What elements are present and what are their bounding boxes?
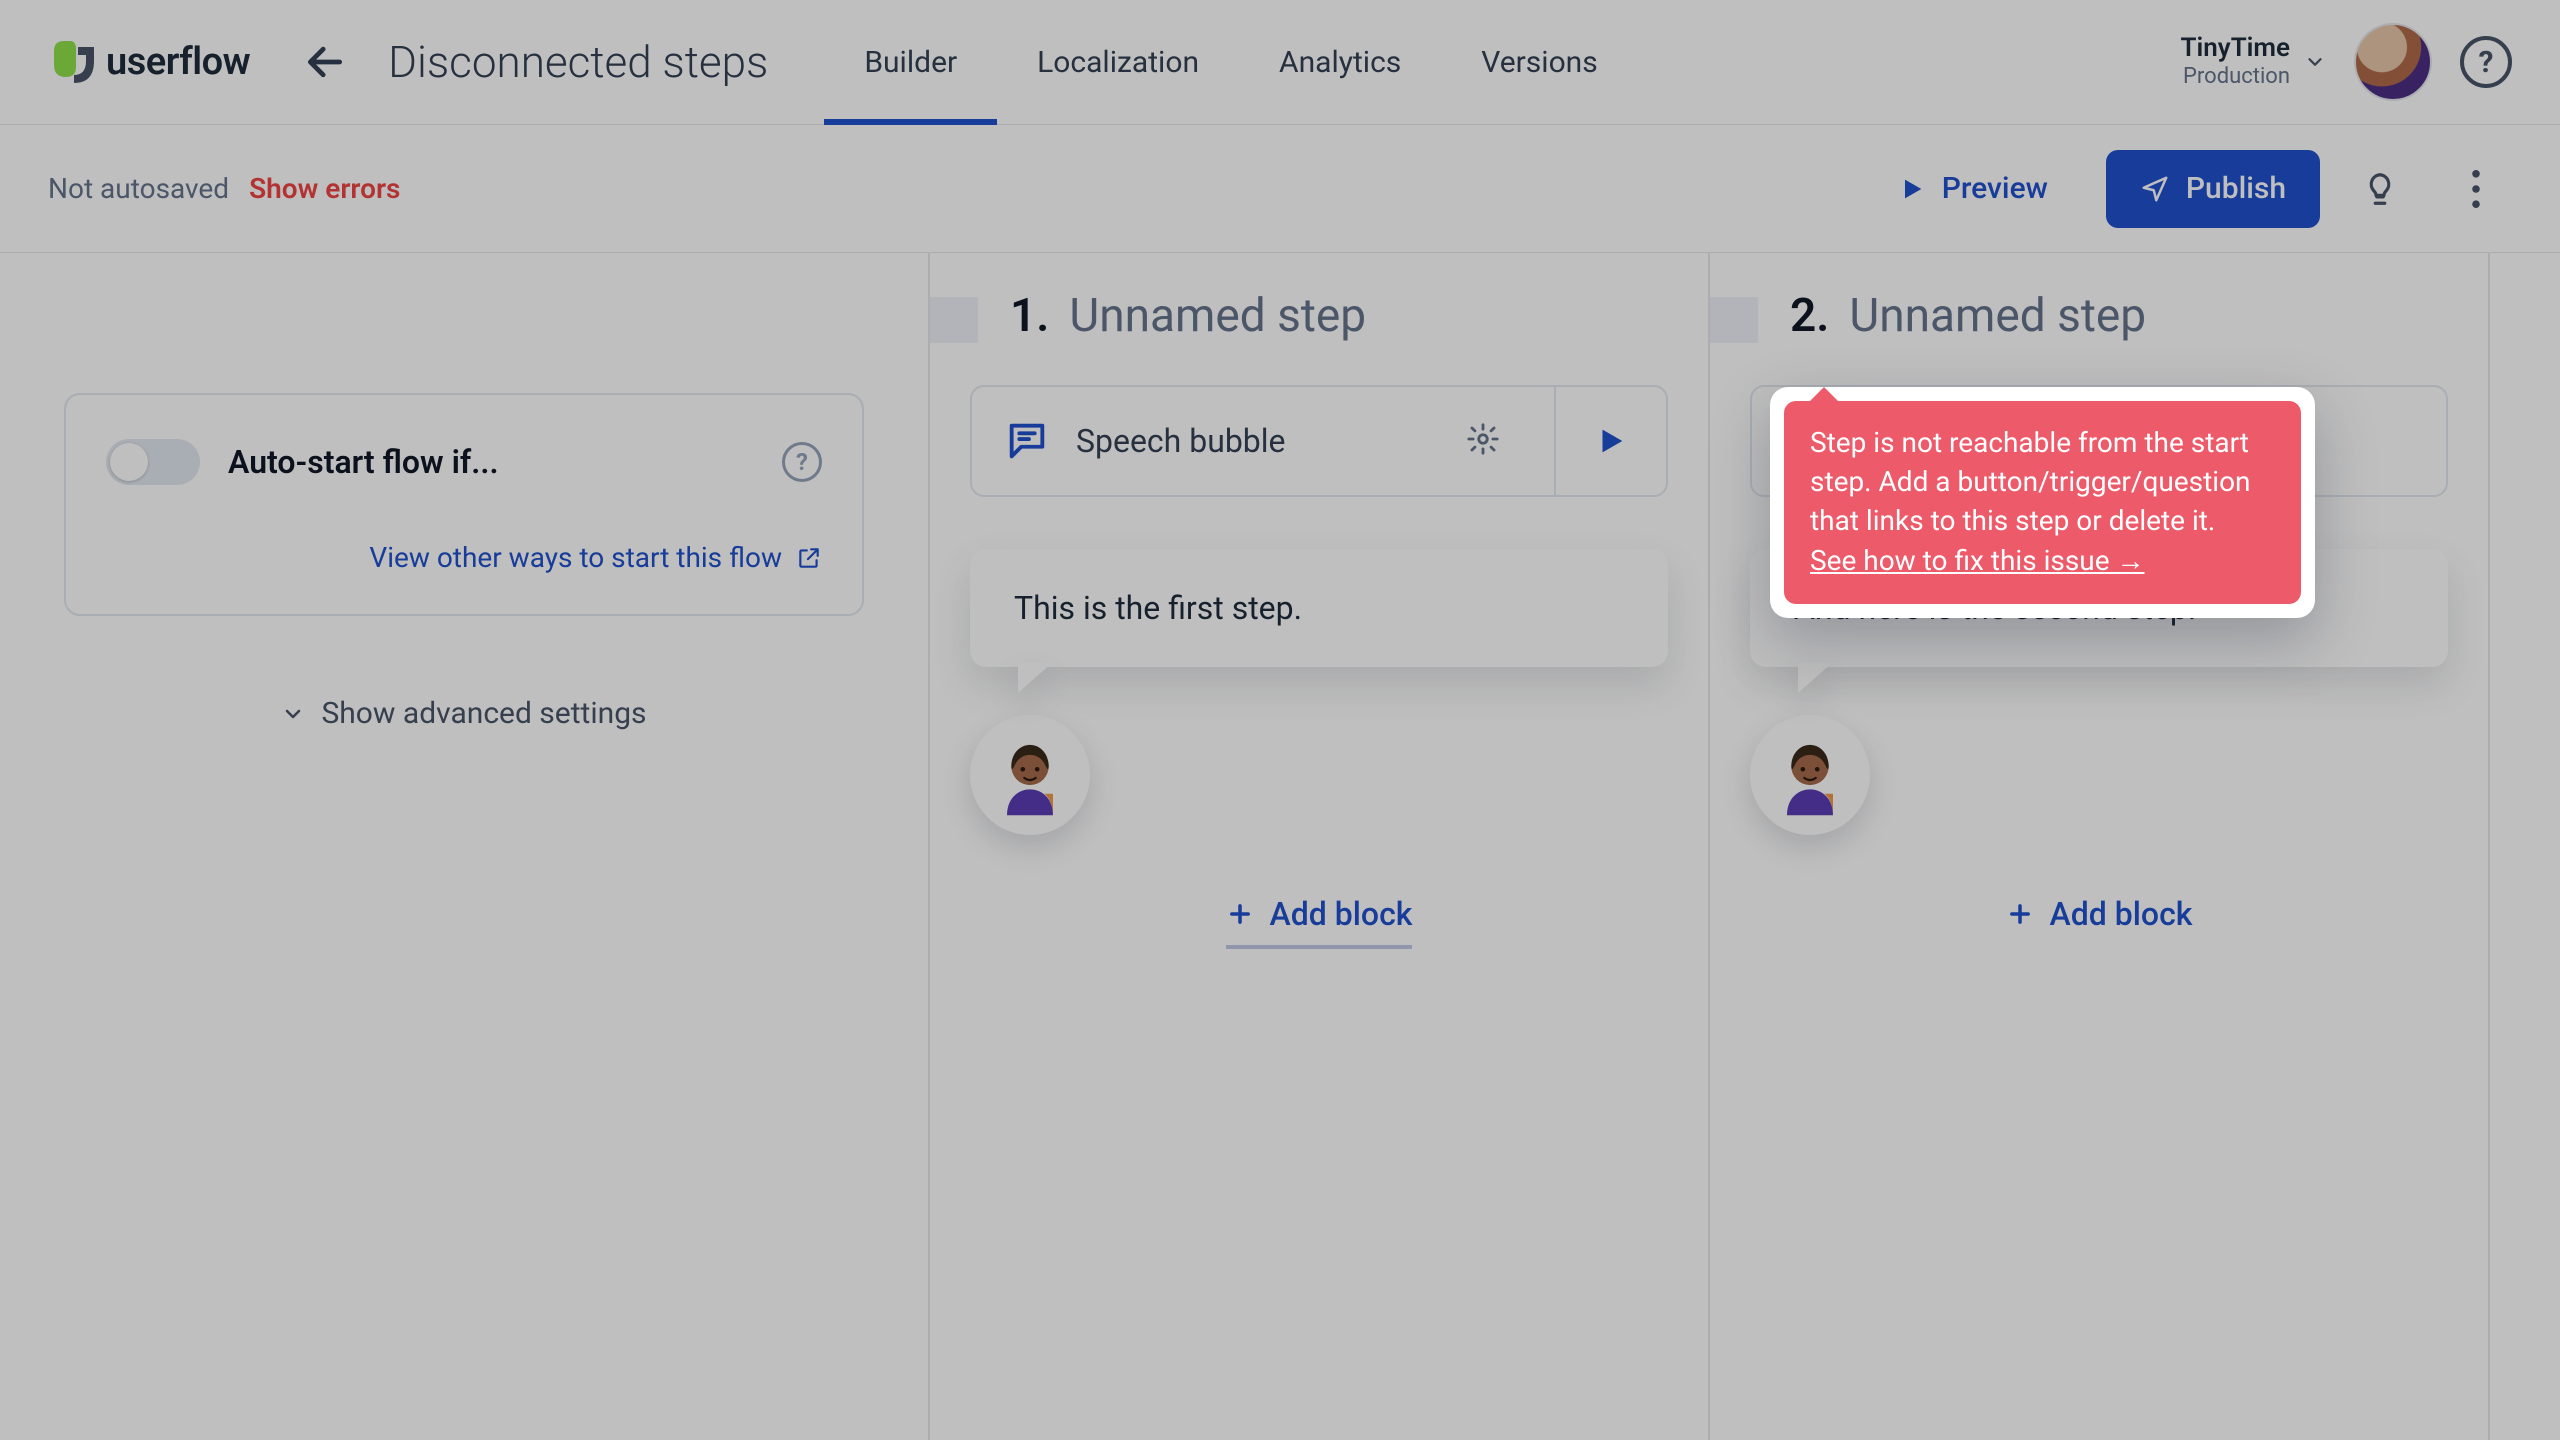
bubble-text: This is the first step.: [1014, 589, 1302, 627]
canvas: Auto-start flow if... ? View other ways …: [0, 253, 2560, 1440]
add-block-button[interactable]: Add block: [1226, 895, 1413, 949]
auto-start-label: Auto-start flow if...: [228, 443, 499, 481]
hints-button[interactable]: [2344, 153, 2416, 225]
tab-label: Builder: [864, 45, 957, 80]
more-menu-button[interactable]: [2440, 153, 2512, 225]
logo[interactable]: userflow: [48, 37, 250, 87]
top-tabs: Builder Localization Analytics Versions: [824, 0, 1637, 124]
step-name: Unnamed step: [1849, 289, 2146, 343]
step-header[interactable]: 2. Unnamed step: [1790, 289, 2448, 343]
workspace-name: TinyTime: [2181, 34, 2290, 64]
step-column-2: 2. Unnamed step Speech bubble And here i…: [1710, 253, 2490, 1440]
plus-icon: [1226, 900, 1254, 928]
speaker-avatar[interactable]: [1750, 715, 1870, 835]
person-avatar-icon: [1764, 729, 1856, 821]
tab-builder[interactable]: Builder: [824, 0, 997, 124]
publish-label: Publish: [2186, 171, 2286, 206]
bubble-tail-icon: [1018, 663, 1052, 693]
block-speech-bubble[interactable]: Speech bubble: [970, 385, 1668, 497]
kebab-icon: [2471, 170, 2481, 208]
bubble-tail-icon: [1798, 663, 1832, 693]
toggle-knob: [110, 443, 148, 481]
add-block-button[interactable]: Add block: [2006, 895, 2193, 949]
speech-bubble-preview[interactable]: This is the first step.: [970, 549, 1668, 667]
person-avatar-icon: [984, 729, 1076, 821]
workspace-env: Production: [2183, 64, 2290, 89]
block-preview-button[interactable]: [1554, 387, 1666, 495]
preview-label: Preview: [1942, 171, 2048, 206]
speaker-avatar[interactable]: [970, 715, 1090, 835]
error-fix-link[interactable]: See how to fix this issue →: [1810, 544, 2145, 577]
add-block-label: Add block: [2050, 895, 2193, 933]
tooltip-arrow-icon: [1808, 387, 1840, 403]
chevron-down-icon: [2304, 51, 2326, 73]
show-errors-link[interactable]: Show errors: [249, 172, 400, 205]
help-button[interactable]: ?: [2460, 36, 2512, 88]
lightbulb-icon: [2361, 170, 2399, 208]
page-title: Disconnected steps: [388, 36, 768, 88]
workspace-switcher[interactable]: TinyTime Production: [2181, 34, 2326, 89]
chevron-down-icon: [281, 702, 305, 726]
logo-text: userflow: [106, 40, 250, 84]
auto-start-card: Auto-start flow if... ? View other ways …: [64, 393, 864, 616]
other-ways-label: View other ways to start this flow: [369, 541, 782, 574]
tab-versions[interactable]: Versions: [1441, 0, 1637, 124]
gear-icon[interactable]: [1466, 422, 1500, 456]
step-header[interactable]: 1. Unnamed step: [1010, 289, 1668, 343]
step-column-1: 1. Unnamed step Speech bubble: [930, 253, 1710, 1440]
step-drag-handle[interactable]: [930, 297, 978, 343]
help-icon: ?: [2479, 45, 2494, 80]
step-name: Unnamed step: [1069, 289, 1366, 343]
avatar[interactable]: [2354, 23, 2432, 101]
other-ways-link[interactable]: View other ways to start this flow: [106, 541, 822, 574]
auto-start-toggle[interactable]: [106, 439, 200, 485]
app-header: userflow Disconnected steps Builder Loca…: [0, 0, 2560, 125]
step-number: 2.: [1790, 289, 1829, 343]
play-icon: [1594, 424, 1628, 458]
preview-button[interactable]: Preview: [1864, 150, 2082, 228]
back-button[interactable]: [290, 27, 360, 97]
arrow-left-icon: [303, 40, 347, 84]
tab-label: Localization: [1037, 45, 1199, 80]
step-number: 1.: [1010, 289, 1049, 343]
paper-plane-icon: [2140, 174, 2170, 204]
advanced-settings-label: Show advanced settings: [321, 696, 646, 731]
builder-toolbar: Not autosaved Show errors Preview Publis…: [0, 125, 2560, 253]
block-type-label: Speech bubble: [1076, 422, 1286, 460]
play-icon: [1898, 175, 1926, 203]
plus-icon: [2006, 900, 2034, 928]
auto-start-help-button[interactable]: ?: [782, 442, 822, 482]
tab-label: Versions: [1481, 45, 1597, 80]
publish-button[interactable]: Publish: [2106, 150, 2320, 228]
logo-mark-icon: [48, 37, 98, 87]
step-drag-handle[interactable]: [1710, 297, 1758, 343]
speech-bubble-icon: [1004, 418, 1050, 464]
error-message: Step is not reachable from the start ste…: [1810, 426, 2251, 537]
tab-label: Analytics: [1279, 45, 1401, 80]
external-link-icon: [796, 545, 822, 571]
tab-localization[interactable]: Localization: [997, 0, 1239, 124]
autosave-status: Not autosaved: [48, 172, 229, 205]
tab-analytics[interactable]: Analytics: [1239, 0, 1441, 124]
add-block-label: Add block: [1270, 895, 1413, 933]
step-error-tooltip: Step is not reachable from the start ste…: [1770, 387, 2315, 618]
advanced-settings-toggle[interactable]: Show advanced settings: [64, 696, 864, 731]
flow-settings-panel: Auto-start flow if... ? View other ways …: [0, 253, 930, 1440]
question-icon: ?: [796, 448, 808, 476]
